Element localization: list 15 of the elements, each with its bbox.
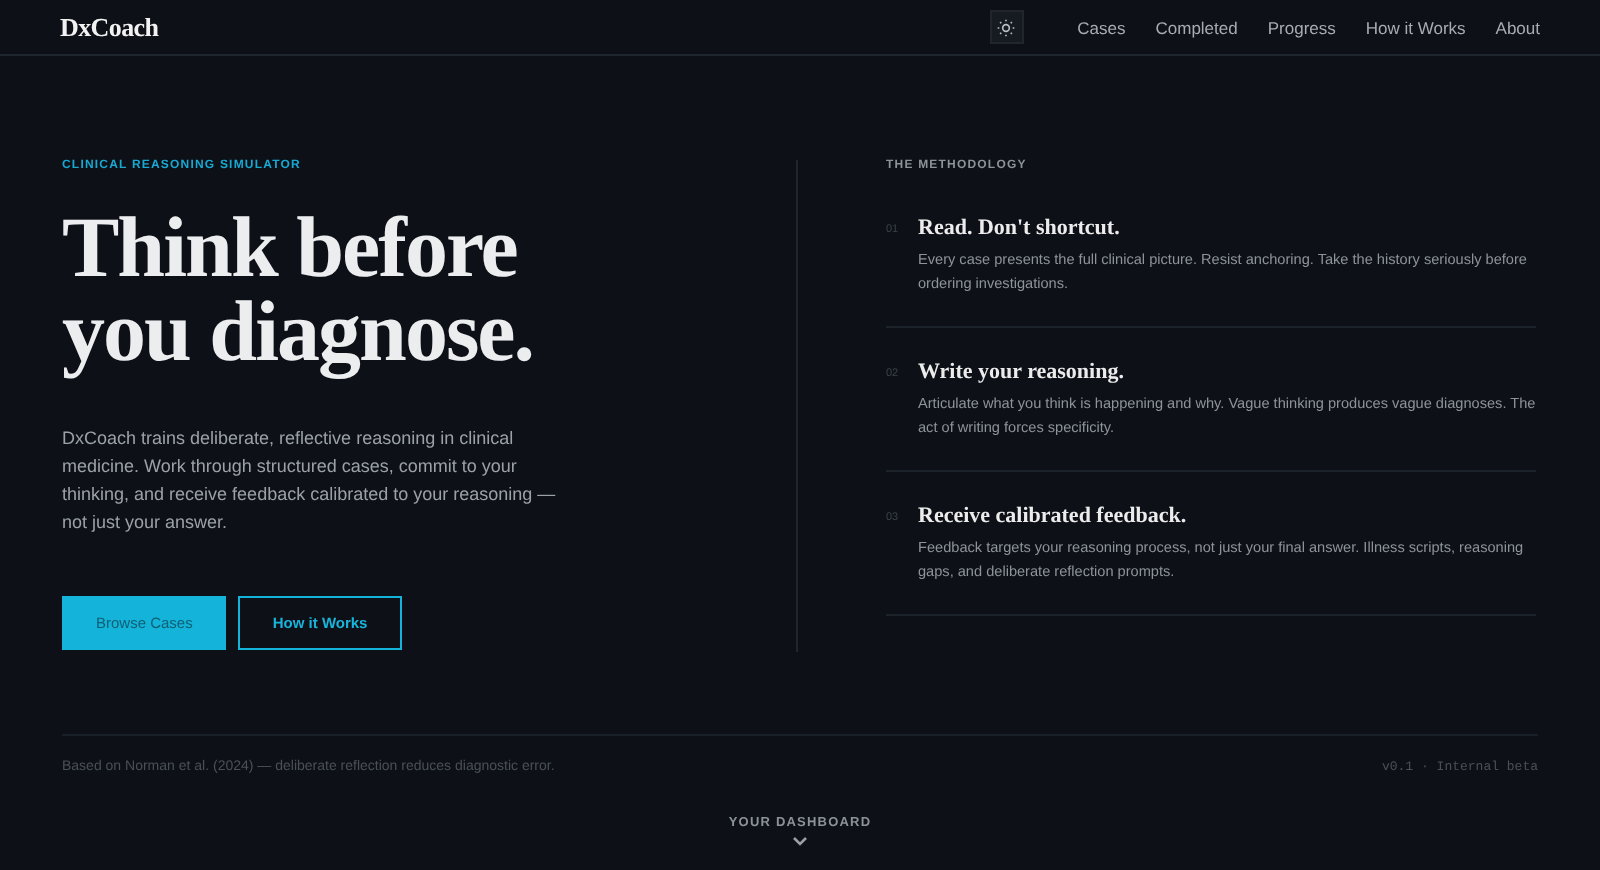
logo[interactable]: DxCoach — [60, 11, 990, 43]
hero-title: Think before — [62, 208, 519, 292]
step-title: Receive calibrated feedback. — [918, 504, 1189, 528]
sun-icon — [996, 17, 1017, 37]
nav-link[interactable]: About — [1495, 17, 1540, 37]
theme-toggle-button[interactable] — [989, 10, 1024, 44]
nav-link[interactable]: Cases — [1077, 17, 1126, 37]
nav-link[interactable]: How it Works — [1365, 17, 1466, 37]
chevron-down-icon[interactable] — [792, 836, 808, 846]
step-title: Write your reasoning. — [918, 360, 1126, 384]
intro-text: DxCoach trains deliberate, reflective reasoning in clinical medicine. Work through structured cases, commit to your thinking, and receive feedback calibrated to your reasoning — not just your answer. — [62, 426, 558, 536]
step-title: Read. Don't shortcut. — [918, 216, 1122, 240]
hero-title: you diagnose. — [62, 292, 536, 376]
nav-link[interactable]: Completed — [1155, 17, 1238, 37]
nav-link[interactable]: Progress — [1267, 17, 1336, 37]
